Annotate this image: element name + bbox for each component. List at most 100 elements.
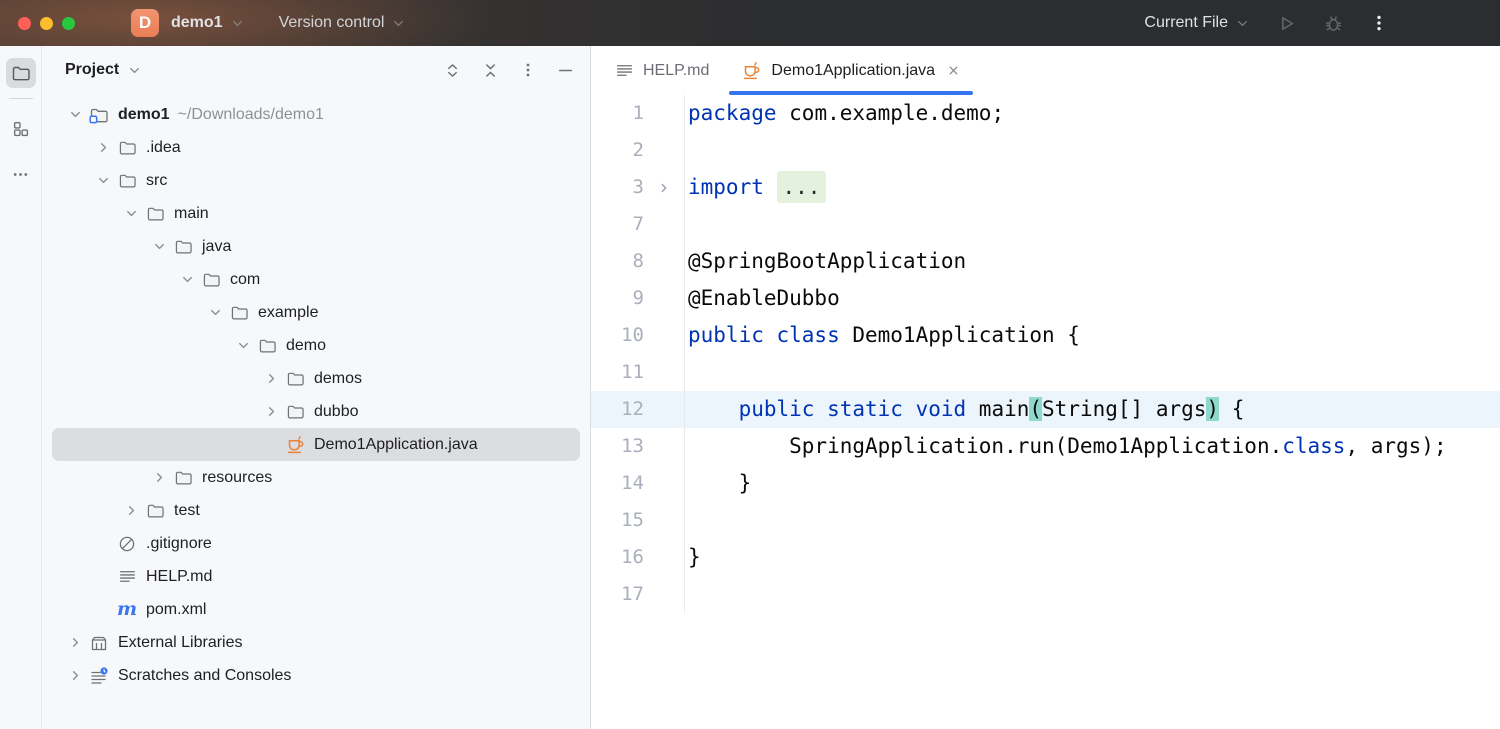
tool-button-more-tools[interactable] [6,159,36,189]
editor-area: HELP.md Demo1Application.java 1 package … [591,46,1500,729]
folder-icon [118,172,137,189]
run-configuration-selector[interactable]: Current File [1144,14,1250,32]
line-number: 12 [591,391,644,428]
tree-item-label: .gitignore [146,535,212,553]
chevron-down-icon[interactable] [127,63,142,78]
version-control-selector[interactable]: Version control [245,14,407,32]
tree-item-scratches-and-consoles[interactable]: Scratches and Consoles [52,659,580,692]
folder-icon [174,238,193,255]
chevron-down-icon[interactable] [124,206,139,221]
tree-item-java[interactable]: java [52,230,580,263]
tool-button-structure-tool[interactable] [6,113,36,143]
code-line-text: public static void main(String[] args) { [684,391,1500,428]
tree-item-demo1application-java[interactable]: Demo1Application.java [52,428,580,461]
zoom-window-button[interactable] [62,17,75,30]
code-token: } [688,471,751,495]
tree-item-help-md[interactable]: HELP.md [52,560,580,593]
panel-options-icon[interactable] [520,62,536,78]
tree-item-dubbo[interactable]: dubbo [52,395,580,428]
chevron-down-icon[interactable] [236,338,251,353]
chevron-right-icon[interactable] [96,140,111,155]
tree-item-label: com [230,271,260,289]
tree-item-demo[interactable]: demo [52,329,580,362]
folded-imports-region[interactable]: ... [777,171,827,203]
line-number: 11 [591,354,644,391]
run-button[interactable] [1276,13,1297,34]
chevron-down-icon[interactable] [96,173,111,188]
folder-icon [230,304,249,321]
code-token: @SpringBootApplication [688,249,966,273]
debug-button[interactable] [1323,13,1344,34]
editor-tab-demo1application-java[interactable]: Demo1Application.java [725,46,977,95]
tool-button-project-tool[interactable] [6,58,36,88]
tree-item-label: .idea [146,139,181,157]
chevron-right-icon[interactable] [124,503,139,518]
folder-icon [202,271,221,288]
code-line-7: 7 [591,206,1500,243]
scratches-icon [89,666,109,686]
tree-item-label: dubbo [314,403,359,421]
ide-window: D demo1 Version control Current File Pro… [0,0,1500,729]
tree-item-com[interactable]: com [52,263,580,296]
chevron-right-icon[interactable] [264,404,279,419]
close-tab-button[interactable] [946,63,961,78]
tree-item-label: resources [202,469,272,487]
chevron-right-icon[interactable] [152,470,167,485]
run-configuration-label: Current File [1144,14,1228,32]
project-name: demo1 [171,14,223,32]
tree-item-label: example [258,304,318,322]
tool-window-strip [0,46,42,729]
tree-item-external-libraries[interactable]: External Libraries [52,626,580,659]
code-line-13: 13 SpringApplication.run(Demo1Applicatio… [591,428,1500,465]
chevron-down-icon[interactable] [152,239,167,254]
tree-item-demos[interactable]: demos [52,362,580,395]
code-editor[interactable]: 1 package com.example.demo; 2 3 import .… [591,95,1500,729]
hide-panel-icon[interactable] [557,62,574,79]
project-panel-title: Project [65,61,119,79]
tree-item-path: ~/Downloads/demo1 [178,106,324,124]
chevron-down-icon [391,16,406,31]
code-line-text [684,576,1500,613]
collapse-all-icon[interactable] [482,62,499,79]
more-options-button[interactable] [1370,14,1388,32]
fold-icon[interactable] [657,181,671,195]
chevron-right-icon[interactable] [264,371,279,386]
tree-item-label: Demo1Application.java [314,436,478,454]
tree-item-test[interactable]: test [52,494,580,527]
line-number: 13 [591,428,644,465]
markdown-file-icon [615,61,634,80]
code-token: ) [1206,397,1219,421]
tree-item-idea[interactable]: .idea [52,131,580,164]
chevron-down-icon[interactable] [180,272,195,287]
tree-item-demo1[interactable]: demo1 ~/Downloads/demo1 [52,98,580,131]
expand-all-icon[interactable] [444,62,461,79]
titlebar: D demo1 Version control Current File [0,0,1500,46]
editor-tab-help-md[interactable]: HELP.md [599,46,725,95]
tree-item-example[interactable]: example [52,296,580,329]
code-line-1: 1 package com.example.demo; [591,95,1500,132]
chevron-right-icon[interactable] [68,668,83,683]
tree-item-pom-xml[interactable]: m pom.xml [52,593,580,626]
tree-item-gitignore[interactable]: .gitignore [52,527,580,560]
project-selector[interactable]: demo1 [159,14,245,32]
project-panel-header: Project [42,46,590,94]
tree-item-label: HELP.md [146,568,212,586]
code-line-15: 15 [591,502,1500,539]
code-line-text: package com.example.demo; [684,95,1500,132]
folder-icon [286,403,305,420]
tree-item-src[interactable]: src [52,164,580,197]
minimize-window-button[interactable] [40,17,53,30]
tree-item-label: main [174,205,209,223]
chevron-down-icon[interactable] [68,107,83,122]
chevron-down-icon[interactable] [208,305,223,320]
tree-item-resources[interactable]: resources [52,461,580,494]
tree-item-label: demo1 [118,106,170,124]
tree-item-main[interactable]: main [52,197,580,230]
tree-item-label: Scratches and Consoles [118,667,291,685]
version-control-label: Version control [279,14,385,32]
close-window-button[interactable] [18,17,31,30]
chevron-right-icon[interactable] [68,635,83,650]
code-token: main [966,397,1029,421]
code-line-text [684,502,1500,539]
code-line-16: 16 } [591,539,1500,576]
